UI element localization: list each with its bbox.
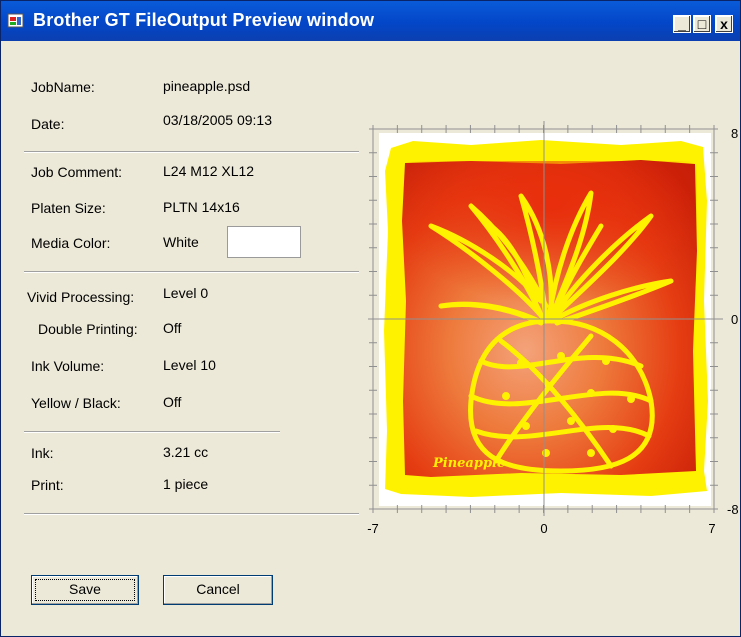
print-preview: Pineapple -7 0 7 8 0 -8 (367, 121, 739, 536)
separator (24, 151, 359, 153)
job-comment-label: Job Comment: (31, 164, 123, 180)
title-bar[interactable]: Brother GT FileOutput Preview window _ □… (1, 1, 740, 41)
x-tick-right: 7 (708, 521, 715, 536)
maximize-button[interactable]: □ (693, 15, 711, 33)
y-tick-bottom: -8 (727, 502, 739, 517)
media-color-swatch (227, 226, 301, 258)
minimize-button[interactable]: _ (673, 15, 691, 33)
media-color-value: White (163, 234, 199, 250)
brother-app-icon (7, 13, 24, 28)
ink-value: 3.21 cc (163, 444, 209, 460)
artwork-text: Pineapple (432, 456, 505, 471)
vivid-processing-value: Level 0 (163, 285, 209, 301)
double-printing-label: Double Printing: (38, 321, 138, 337)
window-title: Brother GT FileOutput Preview window (33, 10, 375, 30)
separator (24, 271, 359, 273)
jobname-label: JobName: (31, 79, 95, 95)
date-value: 03/18/2005 09:13 (163, 112, 272, 128)
platen-size-label: Platen Size: (31, 200, 106, 216)
cancel-button[interactable]: Cancel (163, 575, 273, 605)
platen-size-value: PLTN 14x16 (163, 199, 240, 215)
ink-volume-value: Level 10 (163, 357, 216, 373)
print-label: Print: (31, 477, 64, 493)
yellow-black-value: Off (163, 394, 182, 410)
jobname-value: pineapple.psd (163, 78, 251, 94)
yellow-black-label: Yellow / Black: (31, 395, 121, 411)
save-button[interactable]: Save (31, 575, 139, 605)
media-color-label: Media Color: (31, 235, 111, 251)
ink-volume-label: Ink Volume: (31, 358, 105, 374)
x-tick-left: -7 (367, 521, 379, 536)
x-tick-center: 0 (540, 521, 547, 536)
y-tick-top: 8 (731, 126, 738, 141)
vivid-processing-label: Vivid Processing: (27, 289, 135, 305)
date-label: Date: (31, 116, 65, 132)
double-printing-value: Off (163, 320, 182, 336)
job-comment-value: L24 M12 XL12 (163, 163, 255, 179)
separator (24, 513, 359, 515)
close-button[interactable]: x (715, 15, 733, 33)
ink-label: Ink: (31, 445, 54, 461)
focus-rect (35, 579, 135, 601)
separator (24, 431, 280, 433)
preview-window: Brother GT FileOutput Preview window _ □… (0, 0, 741, 637)
print-value: 1 piece (163, 476, 209, 492)
y-tick-center: 0 (731, 312, 738, 327)
